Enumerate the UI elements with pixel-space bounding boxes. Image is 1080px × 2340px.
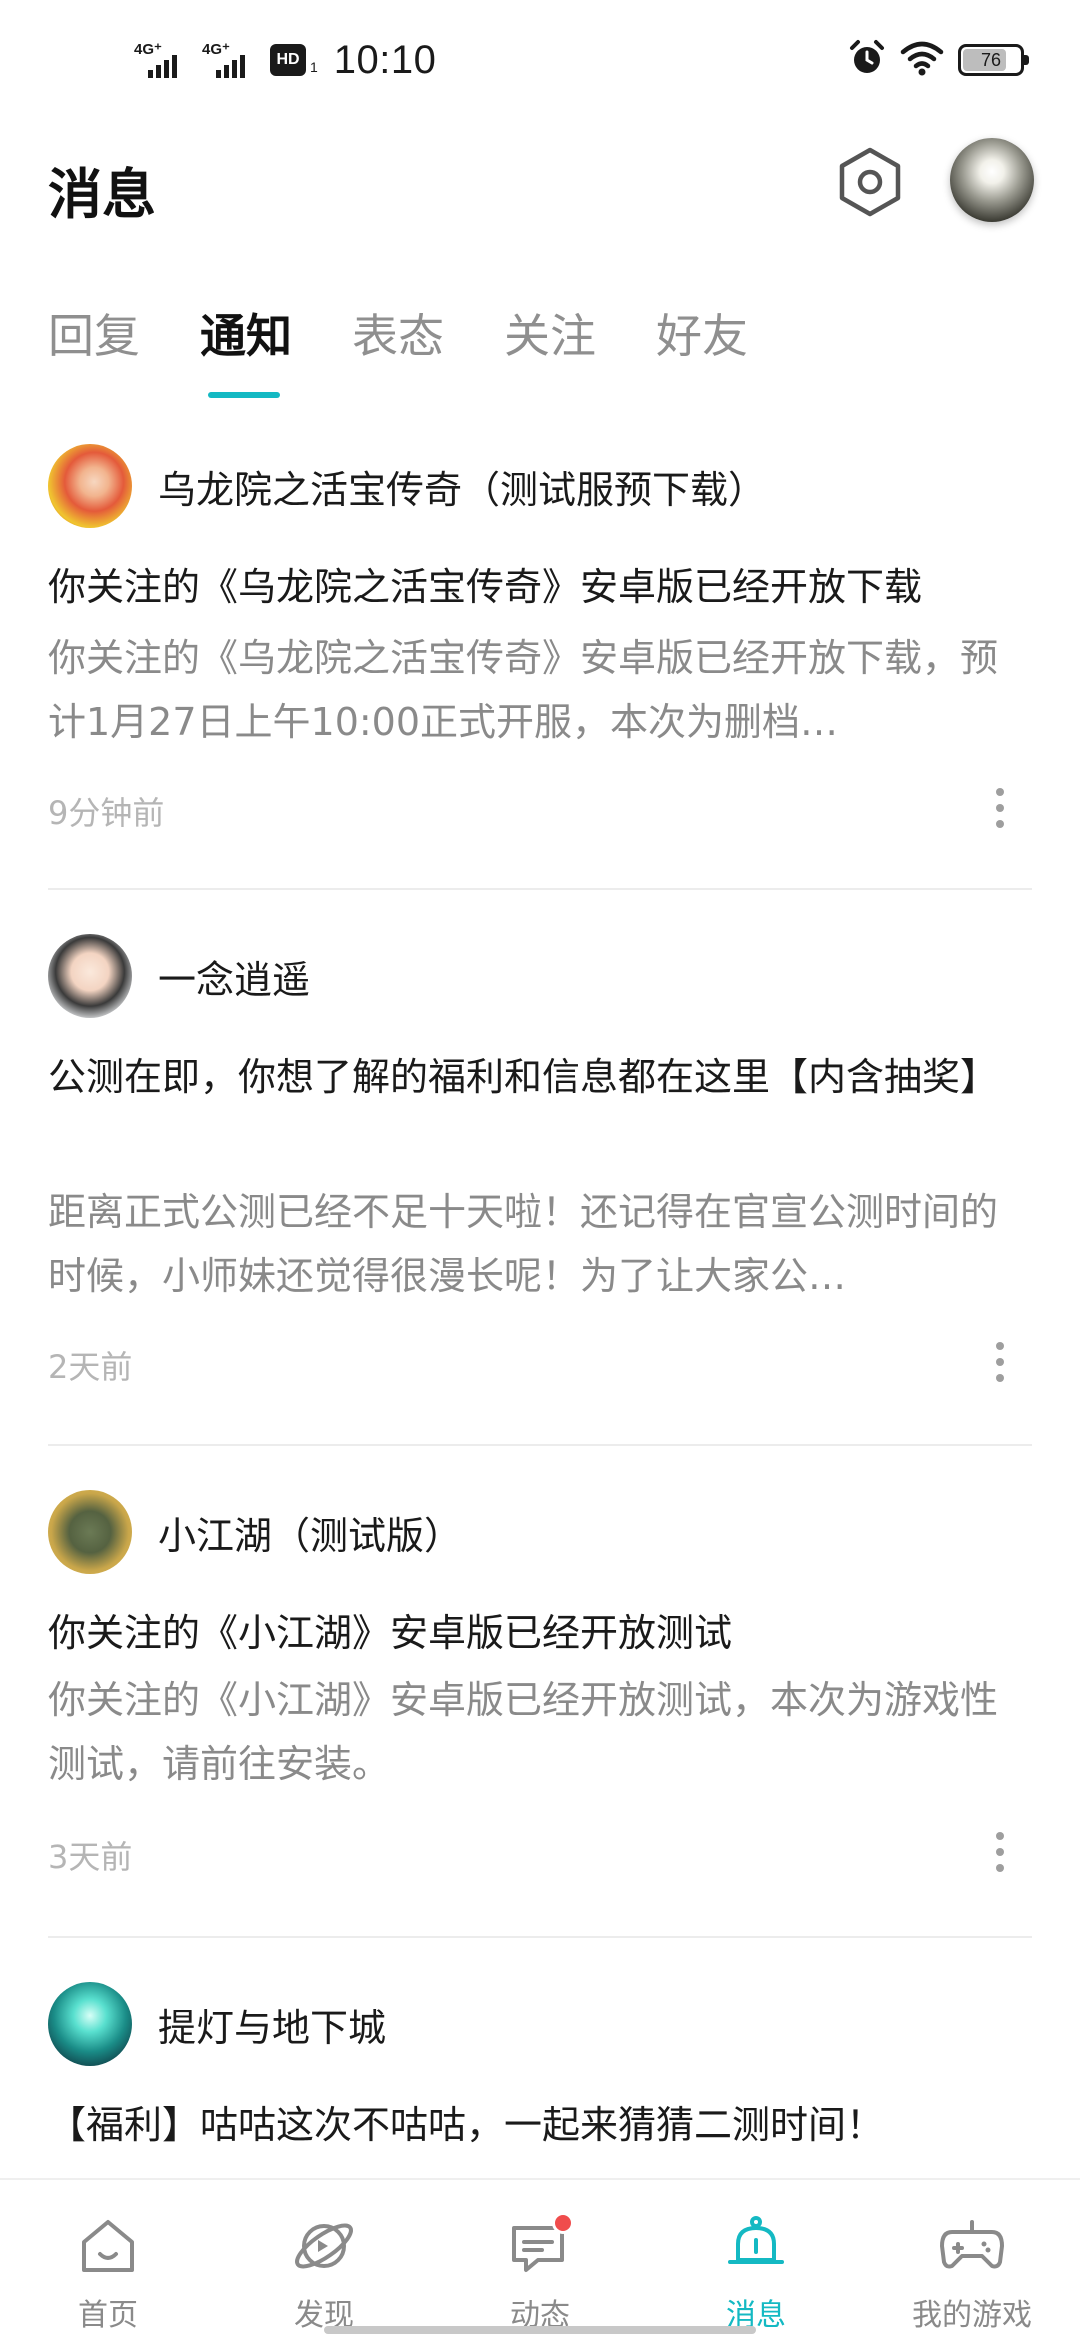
card-body: 距离正式公测已经不足十天啦！还记得在官宣公测时间的时候，小师妹还觉得很漫长呢！为… [48,1190,999,1298]
more-dot-icon [996,1358,1004,1366]
settings-button[interactable] [834,146,906,218]
card-source-name[interactable]: 小江湖（测试版） [158,1505,462,1560]
hd-voice-icon: HD [270,44,306,76]
status-clock: 10:10 [333,37,437,82]
card-timestamp: 9分钟前 [48,794,165,832]
bottom-navigation: 首页 发现 动态 消息 我的游戏 [0,2178,1080,2340]
sim-slot-label: 1 [310,59,318,75]
more-options-button[interactable] [980,778,1020,838]
bell-icon [720,2210,792,2282]
tab-reaction[interactable]: 表态 [352,300,444,372]
game-avatar[interactable] [48,934,132,1018]
chat-icon [504,2210,576,2282]
alarm-icon [848,39,886,81]
nav-messages[interactable]: 消息 [676,2210,836,2334]
card-body: 你关注的《小江湖》安卓版已经开放测试，本次为游戏性测试，请前往安装。 [48,1678,999,1786]
wifi-icon [900,40,944,80]
more-dot-icon [996,804,1004,812]
card-title: 公测在即，你想了解的福利和信息都在这里【内含抽奖】 [48,1055,999,1099]
active-tab-indicator [208,392,280,398]
status-bar: 4G⁺ 4G⁺ HD 1 10:10 76 [0,0,1080,120]
tab-reply[interactable]: 回复 [48,300,140,372]
notification-card[interactable]: 一念逍遥 公测在即，你想了解的福利和信息都在这里【内含抽奖】 距离正式公测已经不… [48,910,1032,1420]
card-source-name[interactable]: 乌龙院之活宝传奇（测试服预下载） [158,459,766,514]
game-avatar[interactable] [48,1982,132,2066]
card-title: 【福利】咕咕这次不咕咕，一起来猜猜二测时间！ [48,2103,885,2147]
nav-home[interactable]: 首页 [28,2210,188,2334]
nav-my-games[interactable]: 我的游戏 [892,2210,1052,2334]
notification-card[interactable]: 提灯与地下城 【福利】咕咕这次不咕咕，一起来猜猜二测时间！ [48,1958,1032,2178]
card-divider [48,1936,1032,1938]
more-dot-icon [996,1342,1004,1350]
more-dot-icon [996,1832,1004,1840]
card-header: 一念逍遥 [48,934,310,1018]
more-dot-icon [996,1374,1004,1382]
battery-percent: 76 [980,49,1002,70]
user-avatar[interactable] [950,138,1034,222]
tab-notification[interactable]: 通知 [200,300,292,372]
gamepad-icon [936,2210,1008,2282]
notification-card[interactable]: 乌龙院之活宝传奇（测试服预下载） 你关注的《乌龙院之活宝传奇》安卓版已经开放下载… [48,420,1032,890]
more-dot-icon [996,788,1004,796]
home-icon [72,2210,144,2282]
message-tabs: 回复 通知 表态 关注 好友 [48,300,748,372]
notification-card[interactable]: 小江湖（测试版） 你关注的《小江湖》安卓版已经开放测试 你关注的《小江湖》安卓版… [48,1466,1032,1936]
card-divider [48,1444,1032,1446]
planet-icon [288,2210,360,2282]
card-source-name[interactable]: 一念逍遥 [158,949,310,1004]
more-dot-icon [996,1864,1004,1872]
more-dot-icon [996,820,1004,828]
game-avatar[interactable] [48,1490,132,1574]
tab-follow[interactable]: 关注 [504,300,596,372]
card-timestamp: 3天前 [48,1838,133,1876]
battery-icon: 76 [958,44,1029,76]
nav-feed[interactable]: 动态 [460,2210,620,2334]
card-timestamp: 2天前 [48,1348,133,1386]
card-title: 你关注的《小江湖》安卓版已经开放测试 [48,1611,733,1655]
card-body: 你关注的《乌龙院之活宝传奇》安卓版已经开放下载，预计1月27日上午10:00正式… [48,636,999,744]
card-header: 乌龙院之活宝传奇（测试服预下载） [48,444,766,528]
game-avatar[interactable] [48,444,132,528]
more-options-button[interactable] [980,1822,1020,1882]
card-title: 你关注的《乌龙院之活宝传奇》安卓版已经开放下载 [48,565,923,609]
page-title: 消息 [48,163,156,226]
card-header: 小江湖（测试版） [48,1490,462,1574]
status-right: 76 [848,38,1029,82]
home-indicator[interactable] [324,2326,756,2334]
status-left: 4G⁺ 4G⁺ HD 1 10:10 [134,36,436,84]
settings-hexagon-icon [839,147,901,217]
tab-friends[interactable]: 好友 [656,300,748,372]
nav-label: 首页 [78,2298,138,2333]
card-source-name[interactable]: 提灯与地下城 [158,1997,386,2052]
card-header: 提灯与地下城 [48,1982,386,2066]
cellular-signal-icon: 4G⁺ [134,40,192,80]
card-divider [48,888,1032,890]
more-options-button[interactable] [980,1332,1020,1392]
nav-label: 我的游戏 [912,2298,1032,2333]
cellular-signal-icon-2: 4G⁺ [202,40,260,80]
unread-badge [552,2212,574,2234]
more-dot-icon [996,1848,1004,1856]
nav-discover[interactable]: 发现 [244,2210,404,2334]
